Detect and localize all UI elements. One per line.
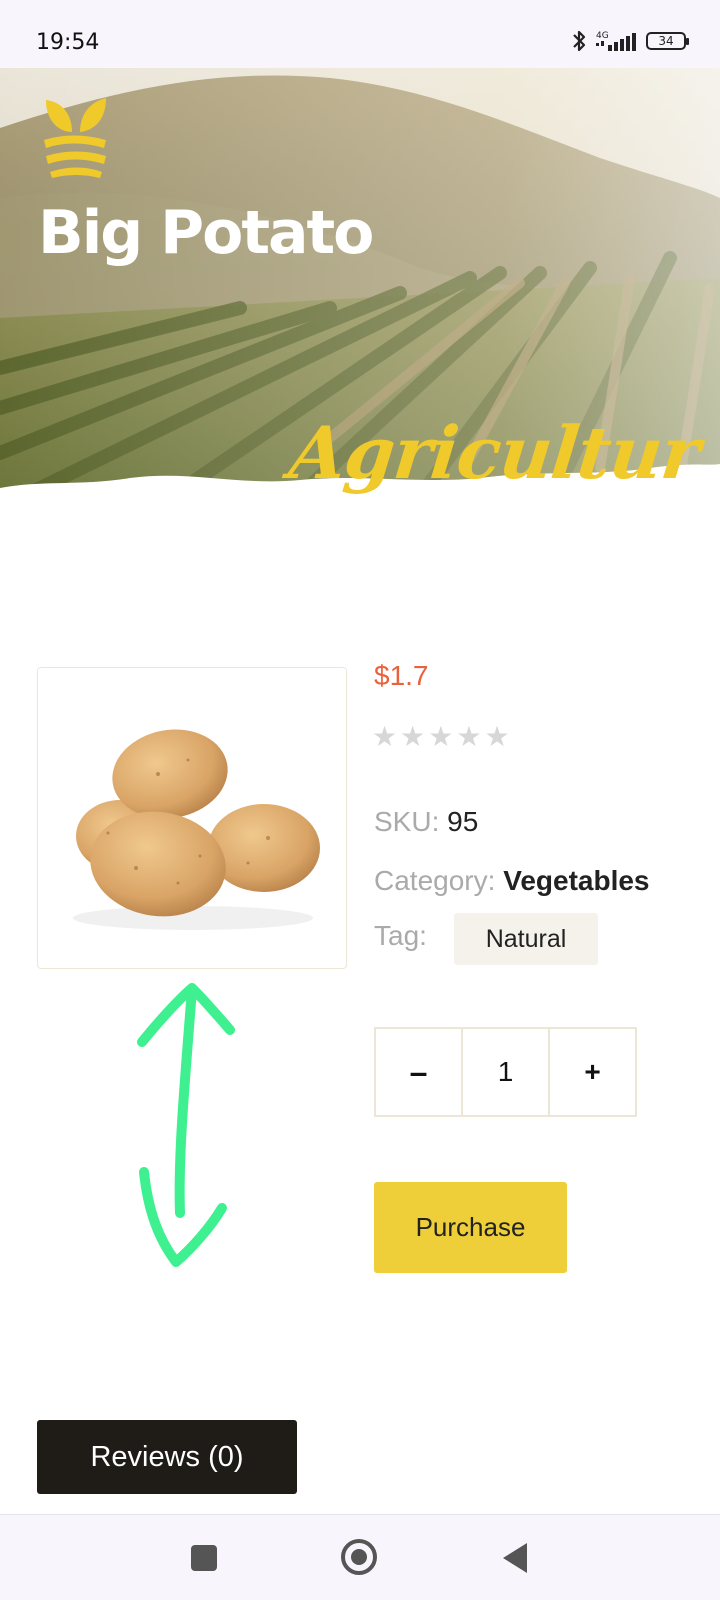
leaf-logo-icon xyxy=(44,98,106,178)
product-price: $1.7 xyxy=(374,660,429,691)
tag-chip[interactable]: Natural xyxy=(454,913,598,965)
status-icons: 4G 34 xyxy=(570,28,689,54)
hero-banner: Big Potato Agricultur xyxy=(0,68,720,528)
quantity-input[interactable]: 1 xyxy=(461,1027,550,1117)
hero-script-text: Agricultur xyxy=(285,410,704,495)
star-icon: ★ xyxy=(372,721,398,752)
star-icon: ★ xyxy=(484,721,510,752)
battery-icon: 34 xyxy=(646,32,689,50)
double-arrow-icon xyxy=(137,983,235,1267)
signal-icon: 4G xyxy=(596,31,636,51)
product-image[interactable] xyxy=(37,667,347,969)
tag-label: Tag: xyxy=(374,920,427,951)
bluetooth-icon xyxy=(573,30,586,52)
system-nav-bar xyxy=(0,1514,720,1600)
category-link[interactable]: Vegetables xyxy=(503,865,649,896)
category-label: Category: xyxy=(374,865,496,896)
quantity-stepper: – 1 + xyxy=(374,1027,637,1117)
purchase-button[interactable]: Purchase xyxy=(374,1182,567,1273)
status-time: 19:54 xyxy=(36,30,100,55)
star-icon: ★ xyxy=(428,721,454,752)
status-bar: 19:54 4G 34 xyxy=(0,0,720,68)
home-icon[interactable] xyxy=(341,1539,377,1575)
potatoes-image xyxy=(73,729,320,930)
sku-value: 95 xyxy=(447,806,479,837)
sku-row: SKU: 95 xyxy=(374,806,478,838)
back-icon[interactable] xyxy=(503,1543,527,1573)
sku-label: SKU: xyxy=(374,806,440,837)
decrease-quantity-button[interactable]: – xyxy=(374,1027,463,1117)
star-icon: ★ xyxy=(400,721,426,752)
battery-level: 34 xyxy=(658,34,674,48)
network-type: 4G xyxy=(596,31,609,41)
star-icon: ★ xyxy=(456,721,482,752)
increase-quantity-button[interactable]: + xyxy=(548,1027,637,1117)
tab-reviews[interactable]: Reviews (0) xyxy=(37,1420,297,1494)
recents-icon[interactable] xyxy=(191,1545,217,1571)
hero-title: Big Potato xyxy=(38,198,374,268)
category-row: Category: Vegetables xyxy=(374,865,650,897)
product-rating: ★ ★ ★ ★ ★ xyxy=(372,722,510,752)
tag-row: Tag: xyxy=(374,920,427,952)
